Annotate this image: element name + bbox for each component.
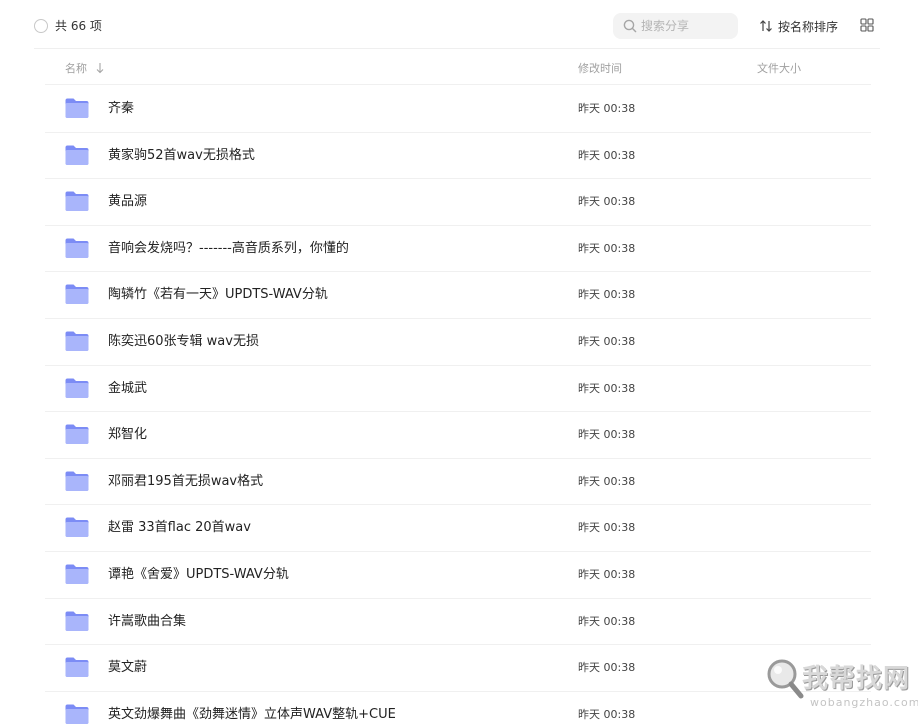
table-row[interactable]: 英文劲爆舞曲《劲舞迷情》立体声WAV整轨+CUE 昨天 00:38 — [45, 692, 871, 726]
file-name[interactable]: 音响会发烧吗？-------高音质系列，你懂的 — [108, 240, 349, 258]
file-name[interactable]: 许嵩歌曲合集 — [108, 613, 186, 631]
folder-icon — [65, 378, 89, 398]
table-row[interactable]: 黄品源 昨天 00:38 — [45, 179, 871, 226]
folder-icon — [65, 238, 89, 258]
table-row[interactable]: 谭艳《舍爱》UPDTS-WAV分轨 昨天 00:38 — [45, 552, 871, 599]
search-box[interactable] — [613, 13, 738, 39]
sort-label: 按名称排序 — [778, 19, 839, 34]
file-name[interactable]: 邓丽君195首无损wav格式 — [108, 473, 263, 491]
file-modified-time: 昨天 00:38 — [578, 428, 636, 442]
select-all-checkbox[interactable] — [34, 19, 48, 33]
toolbar: 共 66 项 按名称排序 — [0, 0, 918, 48]
file-name[interactable]: 郑智化 — [108, 426, 147, 444]
file-name[interactable]: 黄家驹52首wav无损格式 — [108, 147, 255, 165]
sort-icon — [760, 20, 772, 32]
file-name[interactable]: 黄品源 — [108, 193, 147, 211]
file-modified-time: 昨天 00:38 — [578, 241, 636, 255]
table-row[interactable]: 莫文蔚 昨天 00:38 — [45, 645, 871, 692]
folder-icon — [65, 98, 89, 118]
magnifier-logo-icon — [767, 659, 804, 699]
file-modified-time: 昨天 00:38 — [578, 707, 636, 721]
table-row[interactable]: 陶辚竹《若有一天》UPDTS-WAV分轨 昨天 00:38 — [45, 272, 871, 319]
file-modified-time: 昨天 00:38 — [578, 148, 636, 162]
file-list: 齐秦 昨天 00:38 黄家驹52首wav无损格式 昨天 00:38 黄品源 昨天 00:… — [45, 86, 871, 726]
table-row[interactable]: 邓丽君195首无损wav格式 昨天 00:38 — [45, 459, 871, 506]
file-name[interactable]: 陈奕迅60张专辑 wav无损 — [108, 333, 259, 351]
file-modified-time: 昨天 00:38 — [578, 102, 636, 115]
file-name[interactable]: 齐秦 — [108, 100, 134, 118]
folder-icon — [65, 657, 89, 678]
folder-icon — [65, 284, 89, 305]
item-count-label: 共 66 项 — [55, 19, 102, 33]
table-row[interactable]: 黄家驹52首wav无损格式 昨天 00:38 — [45, 133, 871, 180]
table-row[interactable]: 陈奕迅60张专辑 wav无损 昨天 00:38 — [45, 319, 871, 366]
file-modified-time: 昨天 00:38 — [578, 334, 636, 348]
folder-icon — [65, 517, 89, 538]
watermark: 我帮找网 wobangzhao.com — [760, 652, 918, 722]
table-row[interactable]: 音响会发烧吗？-------高音质系列，你懂的 昨天 00:38 — [45, 226, 871, 273]
grid-view-icon[interactable] — [860, 18, 874, 32]
file-modified-time: 昨天 00:38 — [578, 381, 636, 395]
table-row[interactable]: 许嵩歌曲合集 昨天 00:38 — [45, 599, 871, 646]
file-modified-time: 昨天 00:38 — [578, 288, 636, 302]
folder-icon — [65, 471, 89, 491]
file-modified-time: 昨天 00:38 — [578, 521, 636, 535]
search-input[interactable] — [641, 13, 733, 39]
file-name[interactable]: 陶辚竹《若有一天》UPDTS-WAV分轨 — [108, 286, 328, 304]
column-header-name-label: 名称 — [65, 62, 87, 75]
column-header-name[interactable]: 名称 — [65, 60, 105, 76]
share-file-list-page: 共 66 项 按名称排序 名称 — [0, 0, 918, 726]
folder-icon — [65, 424, 89, 445]
watermark-text-en: wobangzhao.com — [810, 696, 918, 709]
column-header-modified[interactable]: 修改时间 — [578, 60, 622, 76]
file-name[interactable]: 赵雷 33首flac 20首wav — [108, 519, 251, 537]
folder-icon — [65, 611, 89, 631]
file-modified-time: 昨天 00:38 — [578, 195, 636, 209]
file-modified-time: 昨天 00:38 — [578, 614, 636, 628]
file-name[interactable]: 金城武 — [108, 380, 147, 398]
column-header-size[interactable]: 文件大小 — [757, 60, 801, 76]
table-row[interactable]: 郑智化 昨天 00:38 — [45, 412, 871, 459]
file-name[interactable]: 英文劲爆舞曲《劲舞迷情》立体声WAV整轨+CUE — [108, 706, 396, 724]
table-row[interactable]: 齐秦 昨天 00:38 — [45, 86, 871, 133]
folder-icon — [65, 564, 89, 584]
table-row[interactable]: 金城武 昨天 00:38 — [45, 366, 871, 413]
folder-icon — [65, 145, 89, 165]
arrow-down-icon — [96, 63, 104, 74]
list-header: 名称 修改时间 文件大小 — [45, 49, 871, 85]
file-modified-time: 昨天 00:38 — [578, 661, 636, 675]
folder-icon — [65, 191, 89, 212]
table-row[interactable]: 赵雷 33首flac 20首wav 昨天 00:38 — [45, 505, 871, 552]
watermark-text-cn: 我帮找网 — [802, 664, 911, 694]
search-icon — [623, 19, 637, 33]
file-modified-time: 昨天 00:38 — [578, 567, 636, 581]
folder-icon — [65, 331, 89, 351]
file-name[interactable]: 莫文蔚 — [108, 659, 147, 677]
sort-by-name-button[interactable]: 按名称排序 — [759, 16, 838, 36]
file-name[interactable]: 谭艳《舍爱》UPDTS-WAV分轨 — [108, 566, 289, 584]
file-modified-time: 昨天 00:38 — [578, 474, 636, 488]
folder-icon — [65, 704, 89, 724]
